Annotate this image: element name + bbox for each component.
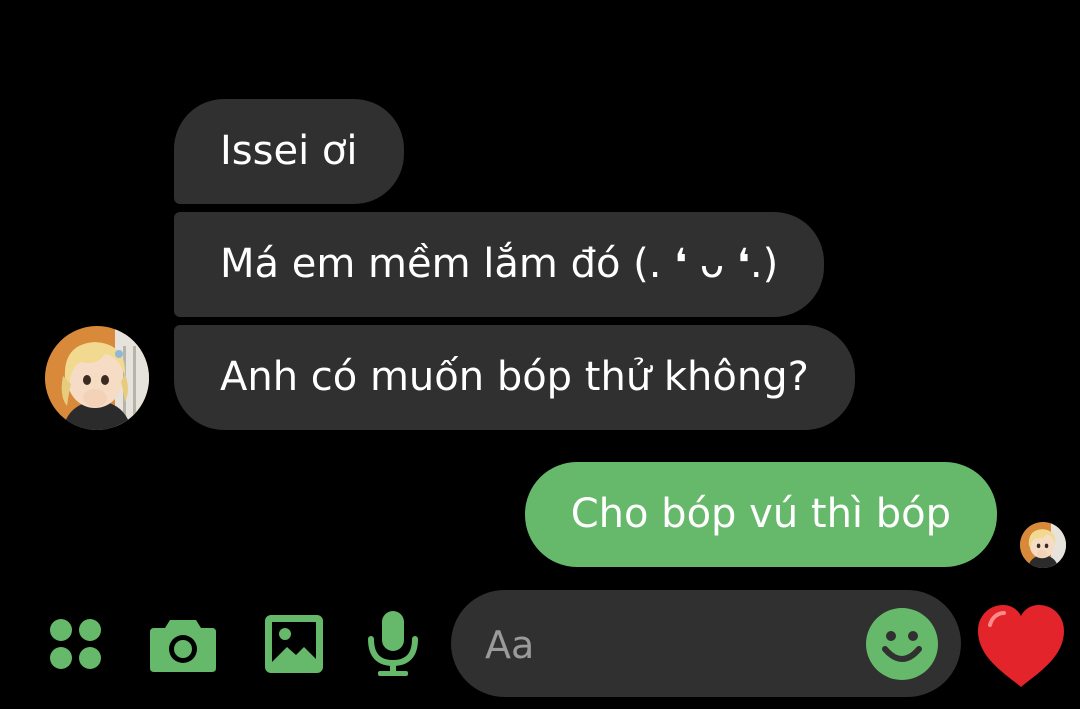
- like-button[interactable]: [976, 603, 1066, 689]
- contact-avatar[interactable]: [45, 326, 149, 430]
- seen-indicator-avatar: [1020, 522, 1066, 568]
- avatar-illustration: [1020, 522, 1066, 568]
- gallery-button[interactable]: [258, 608, 330, 680]
- microphone-icon: [368, 611, 418, 676]
- incoming-message[interactable]: Anh có muốn bóp thử không?: [174, 325, 855, 430]
- emoji-button[interactable]: [865, 607, 939, 681]
- outgoing-message[interactable]: Cho bóp vú thì bóp: [524, 462, 997, 567]
- apps-button[interactable]: [40, 608, 112, 680]
- message-input[interactable]: [483, 590, 867, 699]
- heart-icon: [978, 605, 1064, 687]
- gallery-icon: [265, 615, 323, 673]
- smiley-icon: [866, 608, 938, 680]
- chat-screen: Issei ơi Má em mềm lắm đó (. ❛ ᴗ ❛.) Anh…: [0, 0, 1080, 709]
- microphone-button[interactable]: [357, 608, 429, 680]
- camera-button[interactable]: [147, 608, 219, 680]
- camera-icon: [150, 620, 216, 672]
- incoming-message[interactable]: Má em mềm lắm đó (. ❛ ᴗ ❛.): [174, 212, 825, 317]
- message-composer: [451, 590, 961, 699]
- avatar-illustration: [45, 326, 149, 430]
- apps-icon: [50, 619, 101, 669]
- incoming-message[interactable]: Issei ơi: [174, 99, 404, 204]
